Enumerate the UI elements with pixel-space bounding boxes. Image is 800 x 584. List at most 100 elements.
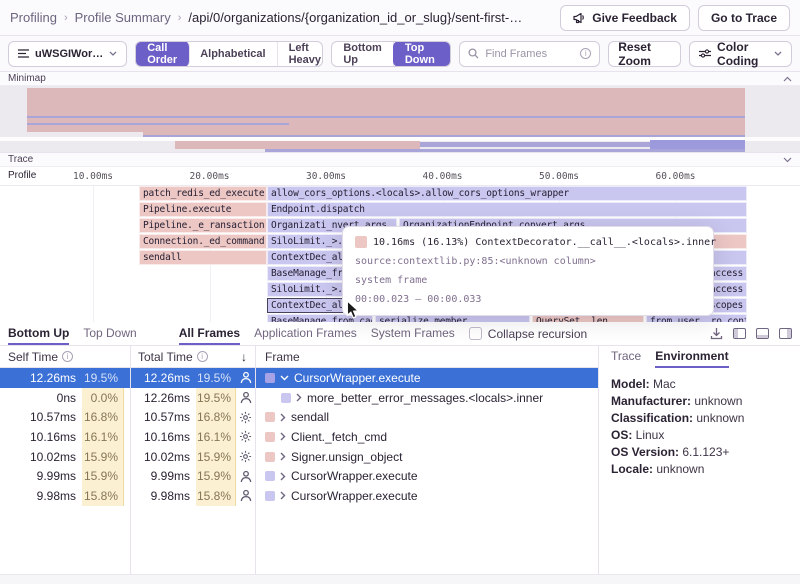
frame-name: more_better_error_messages.<locals>.inne… <box>307 391 543 405</box>
table-row[interactable]: 9.98ms 15.8% 9.98ms 15.8% CursorWrapper.… <box>0 486 598 506</box>
expand-chevron-icon[interactable] <box>280 413 286 422</box>
self-time-percent: 16.8% <box>82 407 124 427</box>
go-to-trace-button[interactable]: Go to Trace <box>698 5 790 31</box>
tab-all-frames[interactable]: All Frames <box>179 322 240 345</box>
flame-frame[interactable]: SiloLimit._>.over <box>267 282 347 297</box>
self-time-value: 9.98ms <box>0 486 82 506</box>
minimap-block <box>27 116 745 118</box>
gridline <box>93 186 94 322</box>
minimap-header[interactable]: Minimap <box>0 72 800 86</box>
column-total-time[interactable]: Total Time i ↓ <box>130 346 255 367</box>
tab-system-frames[interactable]: System Frames <box>371 322 455 345</box>
self-time-label: Self Time <box>8 350 58 364</box>
layout-left-icon[interactable] <box>733 328 746 339</box>
collapse-chevron-icon[interactable] <box>783 76 792 82</box>
total-time-percent: 15.8% <box>196 486 236 506</box>
frame-name: CursorWrapper.execute <box>291 489 418 503</box>
flame-frame[interactable]: Endpoint.dispatch <box>267 202 747 217</box>
expand-chevron-icon[interactable] <box>783 157 792 163</box>
megaphone-icon <box>573 12 586 24</box>
frame-label: Frame <box>265 350 300 364</box>
axis-tick: 50.00ms <box>524 171 594 182</box>
reset-zoom-button[interactable]: Reset Zoom <box>608 41 681 67</box>
total-time-value: 10.57ms <box>124 407 196 427</box>
collapse-recursion-checkbox[interactable]: Collapse recursion <box>469 322 587 345</box>
axis-tick: 20.00ms <box>175 171 245 182</box>
flame-frame[interactable]: sendall <box>139 250 267 265</box>
frame-color-swatch <box>265 432 275 442</box>
flame-frame[interactable]: Pipeline._e_ransaction <box>139 218 267 233</box>
table-row[interactable]: 10.02ms 15.9% 10.02ms 15.9% Signer.unsig… <box>0 447 598 467</box>
details-panel: Trace Environment Model: MacManufacturer… <box>598 346 800 574</box>
sort-left-heavy[interactable]: Left Heavy <box>278 42 324 66</box>
frame-color-swatch <box>281 393 291 403</box>
flame-frame[interactable]: allow_cors_options.<locals>.allow_cors_o… <box>267 186 747 201</box>
detail-field: OS Version: 6.1.123+ <box>611 444 788 461</box>
expand-chevron-icon[interactable] <box>296 393 302 402</box>
flame-frame[interactable]: Pipeline.execute <box>139 202 267 217</box>
flame-frame[interactable]: Connection._ed_command <box>139 234 267 249</box>
topbar: Profiling › Profile Summary › /api/0/org… <box>0 0 800 36</box>
expand-chevron-icon[interactable] <box>280 432 286 441</box>
trace-header[interactable]: Trace <box>0 153 800 167</box>
detail-field-value: unknown <box>696 411 744 425</box>
flame-frame[interactable]: ContextDec_als>.i <box>267 250 347 265</box>
layout-bottom-icon[interactable] <box>756 328 769 339</box>
direction-bottom-up[interactable]: Bottom Up <box>332 42 394 66</box>
column-frame[interactable]: Frame <box>255 346 598 367</box>
flame-frame[interactable]: patch_redis_ed_execute <box>139 186 267 201</box>
table-row[interactable]: 0ns 0.0% 12.26ms 19.5% more_better_error… <box>0 388 598 408</box>
find-frames-input[interactable]: Find Frames i <box>459 41 600 67</box>
flame-frame[interactable]: ContextDec_als>.i <box>267 298 347 313</box>
give-feedback-button[interactable]: Give Feedback <box>560 5 690 31</box>
expand-chevron-icon[interactable] <box>280 452 286 461</box>
tab-environment[interactable]: Environment <box>655 346 728 368</box>
tab-bottom-up[interactable]: Bottom Up <box>8 322 69 345</box>
detail-field-label: OS Version: <box>611 445 682 459</box>
table-row[interactable]: 9.99ms 15.9% 9.99ms 15.9% CursorWrapper.… <box>0 466 598 486</box>
total-time-value: 10.02ms <box>124 447 196 467</box>
frame-color-swatch <box>265 491 275 501</box>
sort-descending-icon[interactable]: ↓ <box>241 350 255 364</box>
frame-name: sendall <box>291 410 329 424</box>
minimap-block <box>27 123 289 125</box>
system-frame-icon <box>236 447 255 467</box>
bottom-scrollbar-track[interactable] <box>0 574 800 584</box>
tab-top-down[interactable]: Top Down <box>83 322 136 345</box>
total-time-value: 12.26ms <box>124 388 196 408</box>
color-coding-button[interactable]: Color Coding <box>689 41 792 67</box>
info-icon: i <box>580 48 591 59</box>
expand-chevron-icon[interactable] <box>280 472 286 481</box>
thread-selector[interactable]: uWSGIWor… <box>8 41 127 67</box>
total-time-value: 9.98ms <box>124 486 196 506</box>
column-self-time[interactable]: Self Time i <box>0 346 130 367</box>
download-icon[interactable] <box>710 327 723 340</box>
detail-field-value: Mac <box>653 377 676 391</box>
tab-application-frames[interactable]: Application Frames <box>254 322 357 345</box>
expand-chevron-icon[interactable] <box>280 375 289 381</box>
tab-trace[interactable]: Trace <box>611 346 641 368</box>
total-time-percent: 16.1% <box>196 427 236 447</box>
breadcrumb-profiling[interactable]: Profiling <box>10 10 57 25</box>
table-row[interactable]: 12.26ms 19.5% 12.26ms 19.5% CursorWrappe… <box>0 368 598 388</box>
flame-frame[interactable]: BaseManage_from_c <box>267 266 347 281</box>
direction-top-down[interactable]: Top Down <box>393 41 451 67</box>
detail-field: Locale: unknown <box>611 461 788 478</box>
search-icon <box>468 48 479 59</box>
layout-right-icon[interactable] <box>779 328 792 339</box>
find-frames-placeholder: Find Frames <box>485 48 574 60</box>
profile-label: Profile <box>8 170 36 181</box>
chevron-down-icon <box>109 51 117 56</box>
sort-call-order[interactable]: Call Order <box>135 41 190 67</box>
total-time-percent: 15.9% <box>196 447 236 467</box>
breadcrumb-profile-summary[interactable]: Profile Summary <box>75 10 171 25</box>
sort-alphabetical[interactable]: Alphabetical <box>189 42 277 66</box>
expand-chevron-icon[interactable] <box>280 491 286 500</box>
chevron-down-icon <box>774 51 782 56</box>
environment-fields: Model: MacManufacturer: unknownClassific… <box>599 368 800 486</box>
table-row[interactable]: 10.16ms 16.1% 10.16ms 16.1% Client._fetc… <box>0 427 598 447</box>
flame-frame[interactable]: SiloLimit._>.over <box>267 234 347 249</box>
table-row[interactable]: 10.57ms 16.8% 10.57ms 16.8% sendall <box>0 407 598 427</box>
minimap-canvas[interactable] <box>0 86 800 152</box>
detail-field-label: Manufacturer: <box>611 394 694 408</box>
